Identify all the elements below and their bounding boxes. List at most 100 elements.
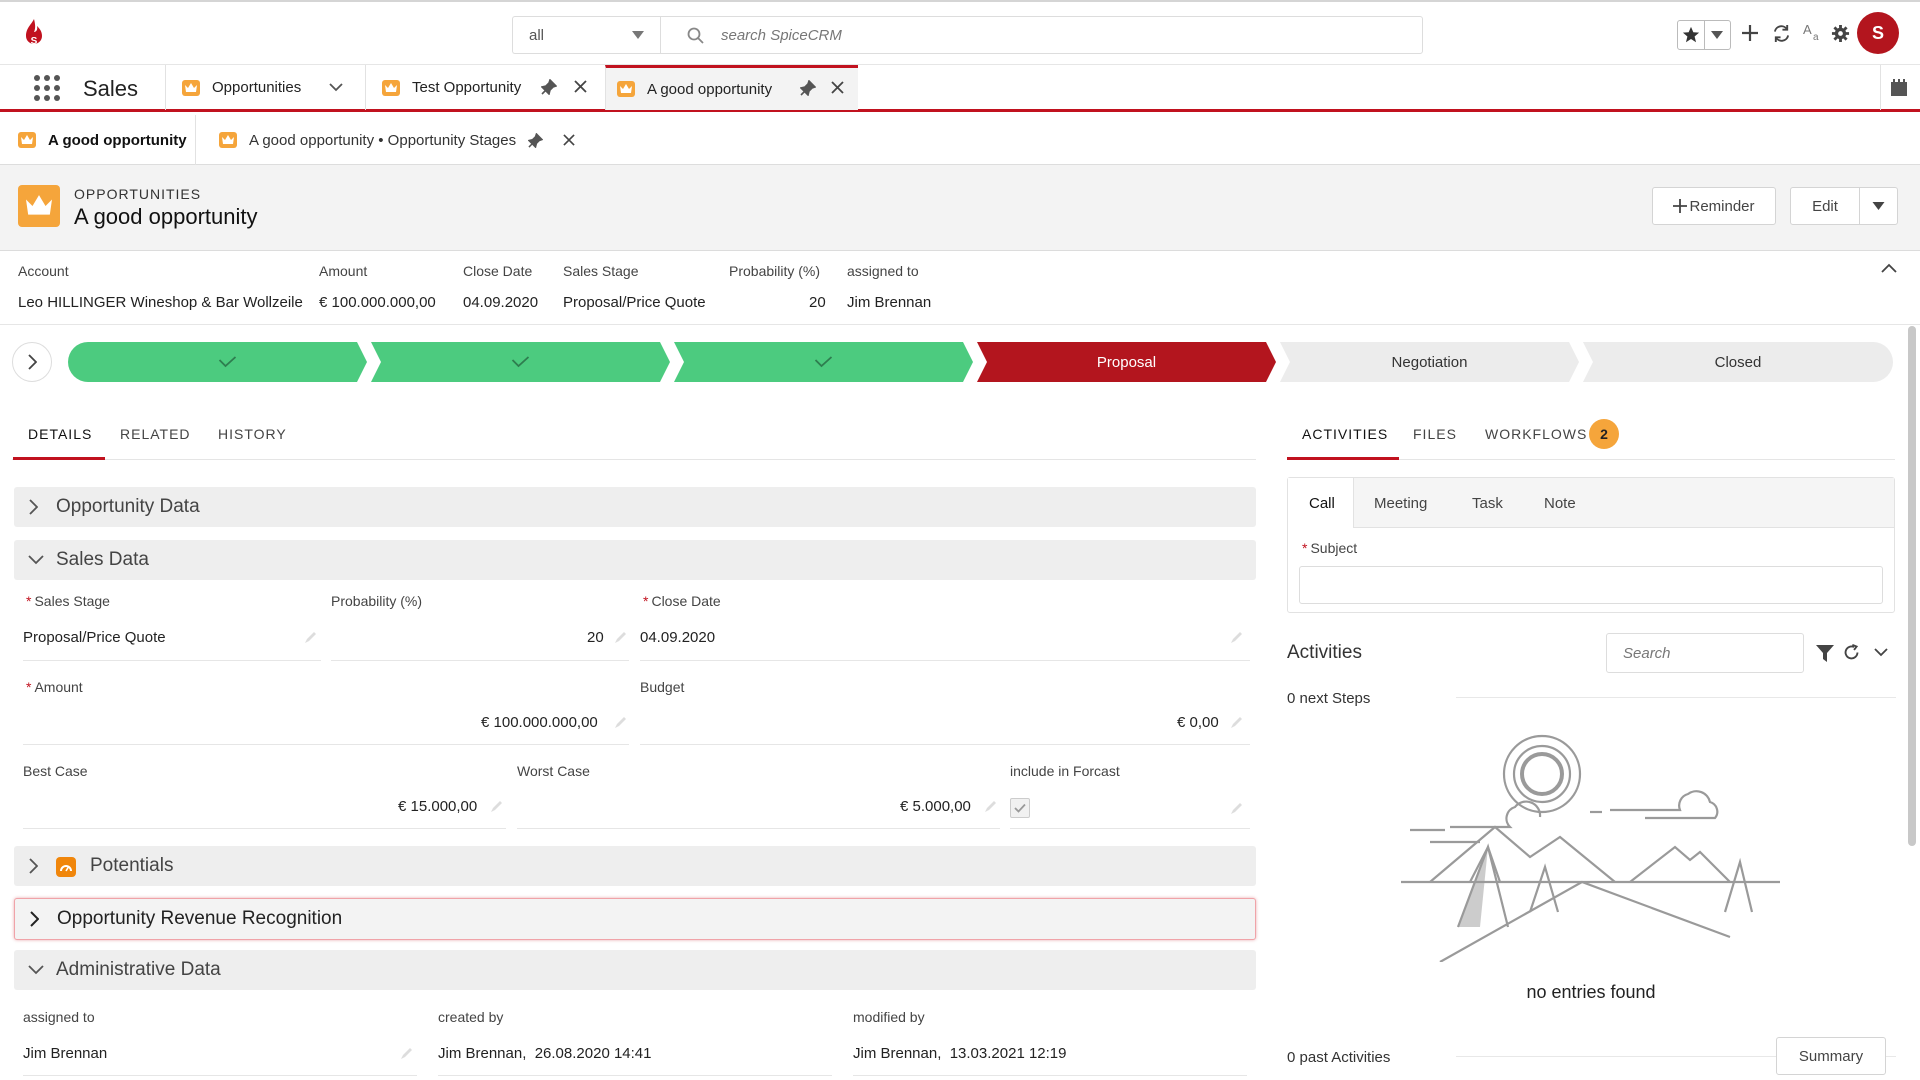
probability-value[interactable]: 20 (587, 629, 604, 646)
subtab-opportunity-stages[interactable]: A good opportunity • Opportunity Stages (196, 115, 596, 165)
module-name[interactable]: Sales (83, 76, 138, 102)
user-avatar[interactable]: S (1857, 12, 1899, 54)
divider (640, 660, 1250, 661)
favorites-button[interactable] (1677, 20, 1731, 50)
stage-step-3[interactable] (674, 342, 973, 382)
close-icon[interactable] (574, 80, 587, 93)
assigned-to-value[interactable]: Jim Brennan (23, 1045, 107, 1062)
tab-activities[interactable]: ACTIVITIES (1302, 426, 1388, 442)
tab-a-good-opportunity[interactable]: A good opportunity (605, 65, 858, 110)
activity-tab-task[interactable]: Task (1472, 495, 1503, 512)
tab-history[interactable]: HISTORY (218, 426, 287, 442)
close-icon[interactable] (563, 134, 575, 146)
subtab-record[interactable]: A good opportunity (0, 115, 196, 165)
edit-button[interactable]: Edit (1791, 198, 1859, 215)
pencil-icon[interactable] (614, 631, 627, 644)
tab-opportunities[interactable]: Opportunities (165, 65, 365, 110)
activities-search-input[interactable]: Search (1606, 633, 1804, 673)
summary-close-date-value: 04.09.2020 (463, 294, 539, 311)
tab-related[interactable]: RELATED (120, 426, 191, 442)
field-label-worst-case: Worst Case (517, 763, 590, 779)
star-icon[interactable] (1678, 21, 1705, 49)
reminder-label: Reminder (1689, 197, 1755, 215)
chevron-down-icon[interactable] (1860, 202, 1897, 210)
chevron-down-icon[interactable] (329, 83, 343, 92)
tab-files[interactable]: FILES (1413, 426, 1457, 442)
stage-step-2[interactable] (371, 342, 670, 382)
summary-account-value[interactable]: Leo HILLINGER Wineshop & Bar Wollzeile (18, 294, 303, 311)
tab-label: A good opportunity (647, 80, 773, 98)
pencil-icon[interactable] (400, 1047, 413, 1060)
gear-icon[interactable] (1831, 24, 1850, 43)
refresh-icon[interactable] (1772, 24, 1791, 43)
module-label: OPPORTUNITIES (74, 186, 202, 202)
subtab-label: A good opportunity (48, 131, 187, 149)
refresh-icon[interactable] (1843, 644, 1860, 661)
pin-icon[interactable] (800, 80, 816, 96)
worst-case-value[interactable]: € 5.000,00 (900, 798, 971, 815)
budget-value[interactable]: € 0,00 (1177, 714, 1219, 731)
pin-icon[interactable] (541, 79, 557, 95)
pencil-icon[interactable] (984, 800, 997, 813)
divider (23, 1075, 417, 1076)
section-revenue-recognition[interactable]: Opportunity Revenue Recognition (14, 898, 1256, 940)
text-size-icon[interactable]: Aa (1802, 22, 1822, 42)
best-case-value[interactable]: € 15.000,00 (398, 798, 477, 815)
pencil-icon[interactable] (1230, 631, 1243, 644)
svg-text:A: A (1803, 22, 1812, 37)
close-date-value[interactable]: 04.09.2020 (640, 629, 715, 646)
close-icon[interactable] (831, 81, 844, 94)
pencil-icon[interactable] (614, 716, 627, 729)
spicecrm-logo-icon[interactable]: S (22, 18, 46, 50)
activity-tab-call[interactable]: Call (1309, 495, 1335, 512)
app-launcher-icon[interactable] (34, 75, 60, 101)
section-sales-data[interactable]: Sales Data (14, 540, 1256, 580)
search-scope-select[interactable]: all (512, 16, 660, 54)
section-administrative-data[interactable]: Administrative Data (14, 950, 1256, 990)
page-scrollbar[interactable] (1908, 326, 1916, 846)
crown-icon (18, 132, 36, 148)
pencil-icon[interactable] (304, 631, 317, 644)
reminder-button[interactable]: Reminder (1652, 187, 1776, 225)
stage-path-toggle[interactable] (12, 342, 52, 382)
filter-icon[interactable] (1816, 645, 1834, 662)
pin-icon[interactable] (528, 132, 544, 148)
divider (23, 660, 321, 661)
crown-icon (617, 81, 635, 97)
summary-button[interactable]: Summary (1776, 1037, 1886, 1075)
activity-tab-note[interactable]: Note (1544, 495, 1576, 512)
amount-value[interactable]: € 100.000.000,00 (481, 714, 598, 731)
divider (1456, 697, 1896, 698)
chevron-right-icon (27, 354, 37, 370)
opportunity-crown-icon (18, 185, 60, 227)
sales-stage-value[interactable]: Proposal/Price Quote (23, 629, 166, 646)
section-potentials[interactable]: Potentials (14, 846, 1256, 886)
summary-label: Amount (319, 263, 368, 279)
add-icon[interactable] (1741, 24, 1759, 42)
modified-by-value: Jim Brennan, 13.03.2021 12:19 (853, 1045, 1067, 1062)
tab-workflows[interactable]: WORKFLOWS (1485, 426, 1587, 442)
divider (438, 1075, 832, 1076)
chevron-down-icon[interactable] (1874, 648, 1888, 657)
chevron-down-icon[interactable] (1705, 21, 1731, 49)
summary-sales-stage-value: Proposal/Price Quote (563, 294, 706, 311)
section-title: Sales Data (56, 549, 149, 570)
tab-details[interactable]: DETAILS (28, 426, 92, 442)
global-search-input[interactable]: search SpiceCRM (660, 16, 1423, 54)
include-forecast-checkbox[interactable] (1010, 798, 1030, 818)
section-opportunity-data[interactable]: Opportunity Data (14, 487, 1256, 527)
collapse-icon[interactable] (1881, 263, 1897, 273)
subject-input[interactable] (1299, 566, 1883, 604)
pencil-icon[interactable] (1230, 802, 1243, 815)
tab-test-opportunity[interactable]: Test Opportunity (365, 65, 605, 110)
summary-assigned-value[interactable]: Jim Brennan (847, 294, 931, 311)
field-label-close-date: * Close Date (643, 593, 721, 609)
crown-icon (219, 132, 237, 148)
pencil-icon[interactable] (1230, 716, 1243, 729)
activity-tab-meeting[interactable]: Meeting (1374, 495, 1427, 512)
stage-step-1[interactable] (68, 342, 367, 382)
next-steps-label: 0 next Steps (1287, 690, 1371, 707)
clipboard-icon[interactable] (1890, 79, 1908, 97)
stage-label: Proposal (1097, 354, 1156, 371)
pencil-icon[interactable] (490, 800, 503, 813)
